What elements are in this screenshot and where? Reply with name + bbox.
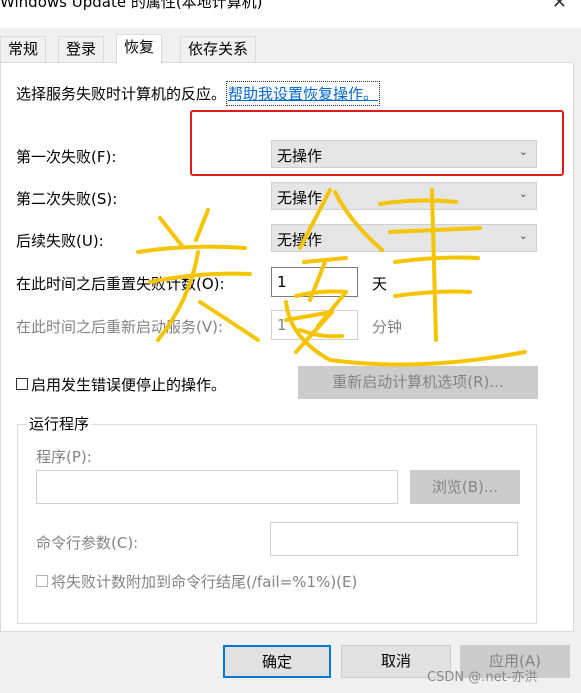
checkbox-icon: [36, 575, 48, 587]
second-failure-select[interactable]: 无操作 ⌄: [271, 182, 537, 210]
second-failure-label: 第二次失败(S):: [16, 190, 118, 208]
program-label: 程序(P):: [36, 448, 92, 466]
subsequent-failures-label: 后续失败(U):: [16, 232, 104, 250]
restart-service-value: 1: [277, 316, 287, 334]
run-program-legend: 运行程序: [27, 413, 92, 434]
restart-service-unit: 分钟: [372, 318, 403, 336]
window-title: Windows Update 的属性(本地计算机): [0, 0, 263, 11]
reset-count-label: 在此时间之后重置失败计数(O):: [16, 275, 225, 293]
first-failure-label: 第一次失败(F):: [16, 148, 117, 166]
reset-count-unit: 天: [372, 275, 388, 293]
close-icon[interactable]: ✕: [552, 0, 567, 13]
red-highlight-box: [190, 110, 564, 176]
second-failure-value: 无操作: [277, 189, 323, 207]
params-input[interactable]: [270, 522, 518, 556]
title-bar: Windows Update 的属性(本地计算机) ✕: [0, 0, 581, 28]
chevron-down-icon: ⌄: [518, 187, 528, 200]
enable-actions-checkbox[interactable]: 启用发生错误便停止的操作。: [16, 374, 226, 395]
tab-strip: 常规 登录 恢复 依存关系: [0, 34, 581, 64]
watermark: CSDN @.net-亦洪: [427, 670, 538, 685]
reset-count-input[interactable]: 1: [271, 267, 358, 297]
help-link[interactable]: 帮助我设置恢复操作。: [225, 81, 381, 106]
restart-service-input[interactable]: 1: [271, 310, 358, 340]
browse-button[interactable]: 浏览(B)...: [410, 470, 520, 504]
recovery-intro: 选择服务失败时计算机的反应。: [16, 85, 227, 103]
append-fail-count-label: 将失败计数附加到命令行结尾(/fail=%1%)(E): [51, 573, 358, 591]
subsequent-failures-value: 无操作: [277, 231, 323, 249]
ok-button[interactable]: 确定: [223, 645, 331, 678]
tab-dependencies[interactable]: 依存关系: [180, 36, 257, 62]
restart-options-button[interactable]: 重新启动计算机选项(R)...: [298, 366, 538, 399]
restart-service-label: 在此时间之后重新启动服务(V):: [16, 318, 224, 336]
checkbox-icon: [16, 378, 28, 390]
tab-general[interactable]: 常规: [0, 36, 47, 62]
chevron-down-icon: ⌄: [518, 229, 528, 242]
subsequent-failures-select[interactable]: 无操作 ⌄: [271, 224, 537, 252]
append-fail-count-checkbox[interactable]: 将失败计数附加到命令行结尾(/fail=%1%)(E): [36, 571, 357, 592]
tab-recovery[interactable]: 恢复: [116, 34, 163, 64]
program-input[interactable]: [36, 470, 398, 504]
tab-logon[interactable]: 登录: [58, 36, 105, 62]
reset-count-value: 1: [277, 273, 287, 291]
enable-actions-label: 启用发生错误便停止的操作。: [31, 376, 227, 394]
params-label: 命令行参数(C):: [36, 534, 139, 552]
